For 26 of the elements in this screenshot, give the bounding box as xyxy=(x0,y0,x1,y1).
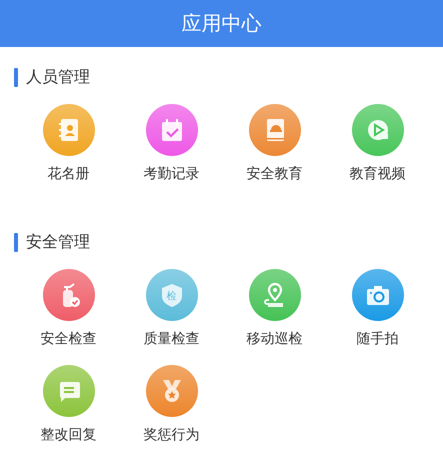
app-label: 教育视频 xyxy=(350,165,406,184)
app-tile[interactable]: 考勤记录 xyxy=(120,104,223,188)
app-tile[interactable]: 整改回复 xyxy=(17,365,120,449)
app-tile[interactable]: 安全检查 xyxy=(17,269,120,353)
app-tile[interactable]: 奖惩行为 xyxy=(120,365,223,449)
app-label: 奖惩行为 xyxy=(144,426,200,445)
app-label: 整改回复 xyxy=(40,426,96,445)
app-label: 花名册 xyxy=(48,165,90,184)
section-marker xyxy=(14,232,18,252)
app-tile[interactable]: 检 质量检查 xyxy=(120,269,223,353)
section-title: 安全管理 xyxy=(26,232,90,252)
app-label: 质量检查 xyxy=(144,330,200,349)
icon-label: 检 xyxy=(166,290,176,303)
app-tile[interactable]: 移动巡检 xyxy=(223,269,326,353)
page-title: 应用中心 xyxy=(182,10,262,37)
app-tile[interactable]: 安全教育 xyxy=(223,104,326,188)
app-label: 移动巡检 xyxy=(246,330,302,349)
app-tile[interactable]: 花名册 xyxy=(17,104,120,188)
app-label: 考勤记录 xyxy=(144,165,200,184)
app-label: 安全教育 xyxy=(246,165,302,184)
app-tile[interactable]: 教育视频 xyxy=(326,104,429,188)
section-title: 人员管理 xyxy=(26,66,90,88)
app-label: 安全检查 xyxy=(40,330,96,349)
app-label: 随手拍 xyxy=(356,330,398,349)
section-marker xyxy=(14,68,18,86)
app-tile[interactable]: 随手拍 xyxy=(326,269,429,353)
